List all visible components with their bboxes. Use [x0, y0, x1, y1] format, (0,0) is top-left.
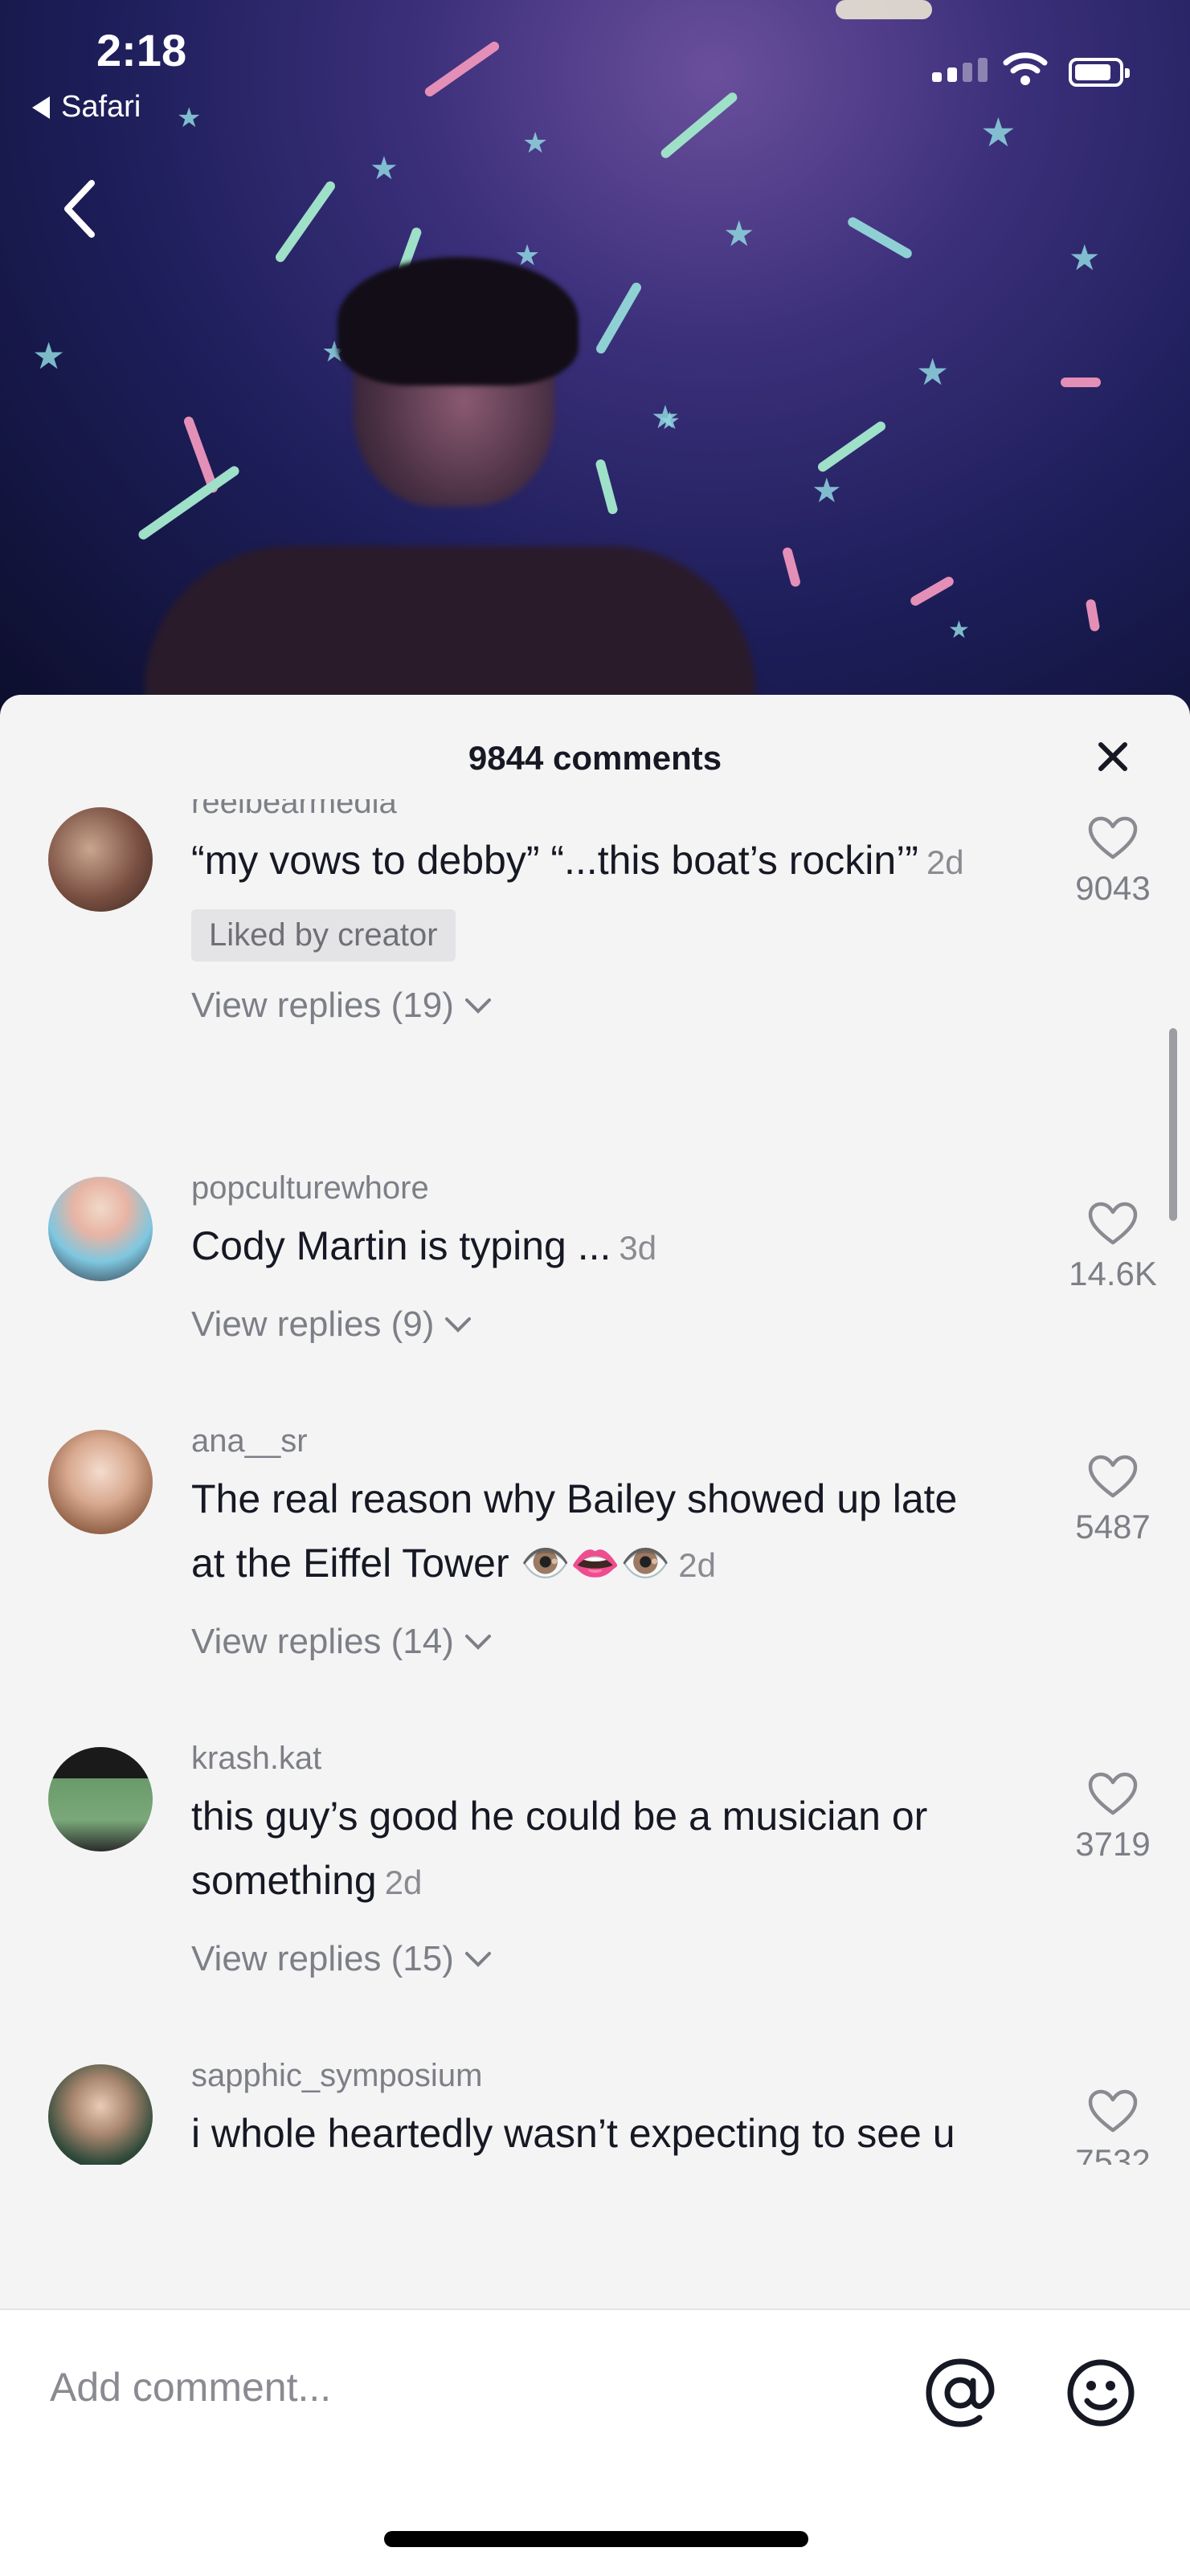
- confetti-decoration: [781, 546, 802, 588]
- status-bar: 2:18 Safari: [0, 0, 1190, 145]
- like-count: 5487: [1075, 1508, 1151, 1545]
- comment-username[interactable]: krash.kat: [191, 1739, 995, 1778]
- close-icon[interactable]: [1093, 737, 1133, 777]
- comment-age: 2d: [678, 1546, 716, 1584]
- comments-header: 9844 comments: [0, 695, 1190, 783]
- view-replies-label: View replies (15): [191, 1939, 454, 1978]
- comment-text: “my vows to debby” “...this boat’s rocki…: [191, 838, 918, 883]
- like-count: 3719: [1075, 1825, 1151, 1863]
- chevron-down-icon: [464, 1952, 491, 1967]
- chevron-down-icon: [464, 998, 491, 1014]
- view-replies-label: View replies (19): [191, 986, 454, 1025]
- like-count: 14.6K: [1069, 1255, 1157, 1292]
- back-chevron-icon[interactable]: [56, 177, 104, 241]
- liked-by-creator-badge: Liked by creator: [191, 909, 456, 961]
- home-indicator: [384, 2531, 808, 2547]
- comment-age: 2d: [926, 843, 964, 881]
- status-time: 2:18: [96, 25, 187, 76]
- chevron-down-icon: [445, 1317, 472, 1333]
- comment-text: The real reason why Bailey showed up lat…: [191, 1476, 958, 1586]
- at-sign-icon[interactable]: [924, 2357, 996, 2429]
- video-person: [145, 241, 755, 723]
- avatar[interactable]: [48, 807, 153, 912]
- star-decoration: ★: [370, 151, 399, 186]
- comment-username[interactable]: popculturewhore: [191, 1169, 995, 1207]
- comment-username[interactable]: sapphic_symposium: [191, 2056, 995, 2095]
- chevron-down-icon: [464, 1635, 491, 1650]
- heart-icon: [1088, 816, 1138, 859]
- star-decoration: ★: [32, 335, 66, 377]
- heart-icon: [1088, 1202, 1138, 1245]
- view-replies-button[interactable]: View replies (14): [191, 1622, 995, 1662]
- view-replies-button[interactable]: View replies (15): [191, 1939, 995, 1979]
- confetti-decoration: [816, 419, 888, 474]
- like-button[interactable]: 9043: [1053, 815, 1173, 908]
- view-replies-button[interactable]: View replies (9): [191, 1304, 995, 1345]
- avatar[interactable]: [48, 1430, 153, 1534]
- add-comment-input[interactable]: [48, 2350, 855, 2424]
- star-decoration: ★: [916, 351, 950, 393]
- comments-sheet: 9844 comments reelbearmedia “my vows to …: [0, 695, 1190, 2574]
- confetti-decoration: [846, 215, 914, 260]
- avatar[interactable]: [48, 2064, 153, 2165]
- comments-list: reelbearmedia “my vows to debby” “...thi…: [0, 799, 1190, 2165]
- heart-icon: [1088, 1455, 1138, 1498]
- like-count: 9043: [1075, 869, 1151, 907]
- confetti-decoration: [909, 574, 955, 608]
- like-count: 7532: [1075, 2142, 1151, 2165]
- comment-footer: [0, 2309, 1190, 2576]
- star-decoration: ★: [948, 617, 970, 643]
- back-triangle-icon: [32, 96, 50, 119]
- like-button[interactable]: 3719: [1053, 1771, 1173, 1864]
- avatar[interactable]: [48, 1177, 153, 1281]
- confetti-decoration: [1061, 378, 1101, 387]
- star-decoration: ★: [1069, 239, 1101, 278]
- view-replies-label: View replies (14): [191, 1622, 454, 1661]
- comment-username[interactable]: ana__sr: [191, 1422, 995, 1460]
- comment-text: this guy’s good he could be a musician o…: [191, 1794, 928, 1903]
- avatar[interactable]: [48, 1747, 153, 1851]
- star-decoration: ★: [812, 472, 842, 509]
- view-replies-button[interactable]: View replies (19): [191, 986, 995, 1026]
- like-button[interactable]: 5487: [1053, 1454, 1173, 1546]
- confetti-decoration: [1085, 598, 1101, 632]
- view-replies-label: View replies (9): [191, 1304, 435, 1344]
- comment-age: 3d: [619, 1229, 657, 1267]
- heart-icon: [1088, 2089, 1138, 2133]
- battery-icon: [1069, 58, 1130, 87]
- comment-text: Cody Martin is typing ...: [191, 1223, 611, 1268]
- back-to-safari[interactable]: Safari: [32, 90, 141, 125]
- comments-scrollbar[interactable]: [1169, 1028, 1177, 1221]
- like-button[interactable]: 14.6K: [1053, 1201, 1173, 1293]
- wifi-icon: [1003, 52, 1048, 85]
- comments-count-title: 9844 comments: [468, 739, 722, 777]
- comment-username[interactable]: reelbearmedia: [191, 799, 995, 822]
- heart-icon: [1088, 1772, 1138, 1815]
- comment-age: 2d: [384, 1864, 423, 1901]
- comment-text: i whole heartedly wasn’t expecting to se…: [191, 2111, 955, 2156]
- back-app-label: Safari: [61, 90, 141, 124]
- like-button[interactable]: 7532: [1053, 2088, 1173, 2165]
- smiley-icon[interactable]: [1065, 2357, 1137, 2429]
- cellular-signal-icon: [932, 58, 988, 82]
